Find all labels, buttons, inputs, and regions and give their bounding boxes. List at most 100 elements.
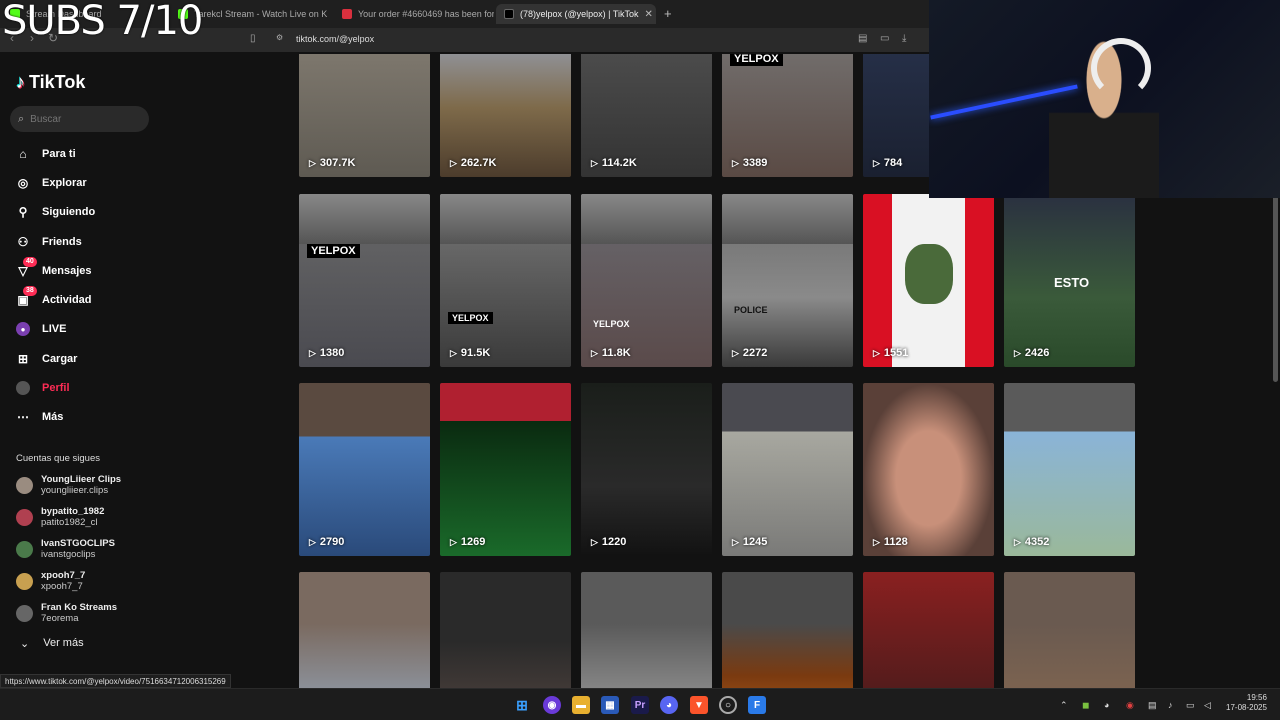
nav-mas[interactable]: ⋯ Más bbox=[16, 410, 63, 424]
play-icon: ▷ bbox=[873, 536, 880, 547]
play-icon: ▷ bbox=[732, 536, 739, 547]
reader-icon[interactable]: ▤ bbox=[858, 33, 867, 44]
account-item[interactable]: IvanSTGOCLIPS ivanstgoclips bbox=[16, 538, 115, 560]
account-item[interactable]: YoungLiieer Clips youngliieer.clips bbox=[16, 474, 121, 496]
nav-cargar[interactable]: ⊞ Cargar bbox=[16, 352, 78, 366]
discord-tray-icon[interactable]: ◕ bbox=[1104, 700, 1109, 710]
url-field[interactable]: tiktok.com/@yelpox bbox=[296, 34, 374, 44]
brave-icon[interactable]: ▼ bbox=[690, 696, 708, 714]
account-item[interactable]: Fran Ko Streams 7eorema bbox=[16, 602, 117, 624]
following-title: Cuentas que sigues bbox=[16, 453, 100, 464]
see-more-button[interactable]: ⌄ Ver más bbox=[20, 637, 84, 650]
bookmark-icon[interactable]: ▯ bbox=[250, 33, 256, 44]
search-input[interactable] bbox=[30, 113, 131, 125]
video-card[interactable]: ▷ 4352 bbox=[1004, 383, 1135, 556]
video-card[interactable]: ▷ 262.7K bbox=[440, 54, 571, 177]
activity-badge: 38 bbox=[23, 286, 37, 296]
live-icon: ● bbox=[16, 322, 30, 336]
tab-order[interactable]: Your order #4660469 has been form bbox=[334, 4, 494, 24]
video-card[interactable]: POLICE ▷ 2272 bbox=[722, 194, 853, 367]
video-card[interactable]: YELPOX ▷ 3389 bbox=[722, 54, 853, 177]
nav-siguiendo[interactable]: ⚲ Siguiendo bbox=[16, 205, 96, 219]
play-icon: ▷ bbox=[450, 157, 457, 168]
volume-icon[interactable]: ◁ bbox=[1204, 700, 1211, 711]
new-tab-button[interactable]: + bbox=[664, 6, 672, 21]
nav-friends[interactable]: ⚇ Friends bbox=[16, 235, 82, 249]
avatar bbox=[16, 604, 33, 622]
video-card[interactable]: YELPOX ▷ 91.5K bbox=[440, 194, 571, 367]
nav-live[interactable]: ● LIVE bbox=[16, 322, 66, 336]
app-f-icon[interactable]: F bbox=[748, 696, 766, 714]
headphones bbox=[1091, 38, 1151, 98]
screen-icon[interactable]: ▭ bbox=[880, 33, 889, 44]
file-explorer-icon[interactable]: ▬ bbox=[572, 696, 590, 714]
play-icon: ▷ bbox=[732, 157, 739, 168]
messages-icon: ▽ 40 bbox=[16, 257, 37, 278]
store-icon[interactable]: ▦ bbox=[601, 696, 619, 714]
activity-icon: ▣ 38 bbox=[16, 286, 37, 307]
avatar bbox=[16, 540, 33, 558]
video-card[interactable] bbox=[299, 572, 430, 688]
microphone-icon[interactable]: ♪ bbox=[1168, 700, 1173, 710]
mail-icon bbox=[342, 9, 352, 19]
record-icon[interactable]: ◉ bbox=[1126, 700, 1134, 711]
yelpox-label: YELPOX bbox=[593, 319, 630, 329]
play-icon: ▷ bbox=[591, 157, 598, 168]
webcam-overlay bbox=[929, 0, 1280, 198]
nvidia-icon[interactable]: ◼ bbox=[1082, 700, 1089, 711]
nav-para-ti[interactable]: ⌂ Para ti bbox=[16, 147, 75, 161]
nav-mensajes[interactable]: ▽ 40 Mensajes bbox=[16, 257, 92, 278]
video-card[interactable]: ▷ 2790 bbox=[299, 383, 430, 556]
video-card[interactable] bbox=[581, 572, 712, 688]
nav-explorar[interactable]: ◎ Explorar bbox=[16, 176, 87, 190]
steam-icon[interactable]: ○ bbox=[719, 696, 737, 714]
tiktok-icon bbox=[504, 9, 514, 19]
taskbar: ⊞ ◉ ▬ ▦ Pr ◕ ▼ ○ F ⌃ ◼ ◕ ◉ ▤ ♪ ▭ ◁ bbox=[0, 688, 1280, 720]
video-card[interactable]: ▷ 1269 bbox=[440, 383, 571, 556]
keyboard-icon[interactable]: ▤ bbox=[1148, 700, 1157, 711]
tiktok-note-icon: ♪ bbox=[16, 72, 25, 92]
play-icon: ▷ bbox=[873, 347, 880, 358]
play-icon: ▷ bbox=[591, 347, 598, 358]
video-card[interactable]: ▷ 114.2K bbox=[581, 54, 712, 177]
nav-perfil[interactable]: Perfil bbox=[16, 381, 70, 395]
tiktok-logo[interactable]: ♪ TikTok bbox=[16, 72, 85, 93]
app-icon[interactable]: ◉ bbox=[543, 696, 561, 714]
tab-tiktok[interactable]: (78)yelpox (@yelpox) | TikTok ✕ bbox=[496, 4, 656, 24]
discord-icon[interactable]: ◕ bbox=[660, 696, 678, 714]
site-info-icon[interactable]: ⚙ bbox=[276, 33, 283, 42]
nav-actividad[interactable]: ▣ 38 Actividad bbox=[16, 286, 92, 307]
video-card[interactable]: YELPOX ▷ 11.8K bbox=[581, 194, 712, 367]
close-icon[interactable]: ✕ bbox=[645, 9, 653, 20]
search-box[interactable]: ⌕ bbox=[10, 106, 149, 132]
video-card[interactable] bbox=[722, 572, 853, 688]
premiere-icon[interactable]: Pr bbox=[631, 696, 649, 714]
video-card[interactable]: ▷ 1551 bbox=[863, 194, 994, 367]
clock[interactable]: 19:56 17-08-2025 bbox=[1226, 693, 1267, 713]
play-icon: ▷ bbox=[591, 536, 598, 547]
account-item[interactable]: xpooh7_7 xpooh7_7 bbox=[16, 570, 85, 592]
subs-overlay: SUBS 7/10 bbox=[2, 0, 203, 44]
following-icon: ⚲ bbox=[18, 205, 28, 219]
video-card[interactable]: ▷ 1220 bbox=[581, 383, 712, 556]
windows-start-icon[interactable]: ⊞ bbox=[513, 696, 531, 714]
search-icon: ⌕ bbox=[18, 112, 25, 125]
video-card[interactable]: ▷ 1128 bbox=[863, 383, 994, 556]
police-label: POLICE bbox=[734, 305, 768, 315]
chevron-up-icon[interactable]: ⌃ bbox=[1060, 700, 1068, 711]
network-icon[interactable]: ▭ bbox=[1186, 700, 1195, 711]
play-icon: ▷ bbox=[873, 157, 880, 168]
messages-badge: 40 bbox=[23, 257, 37, 267]
yelpox-label: YELPOX bbox=[307, 244, 360, 258]
video-card[interactable]: YELPOX ▷ 1380 bbox=[299, 194, 430, 367]
profile-icon bbox=[16, 381, 30, 395]
video-card[interactable] bbox=[1004, 572, 1135, 688]
video-card[interactable] bbox=[440, 572, 571, 688]
account-item[interactable]: bypatito_1982 patito1982_cl bbox=[16, 506, 104, 528]
video-card[interactable]: ESTO ▷ 2426 bbox=[1004, 194, 1135, 367]
download-icon[interactable]: ⤓ bbox=[902, 33, 906, 44]
video-card[interactable]: ▷ 307.7K bbox=[299, 54, 430, 177]
video-card[interactable]: ▷ 1245 bbox=[722, 383, 853, 556]
home-icon: ⌂ bbox=[19, 147, 27, 161]
video-card[interactable] bbox=[863, 572, 994, 688]
